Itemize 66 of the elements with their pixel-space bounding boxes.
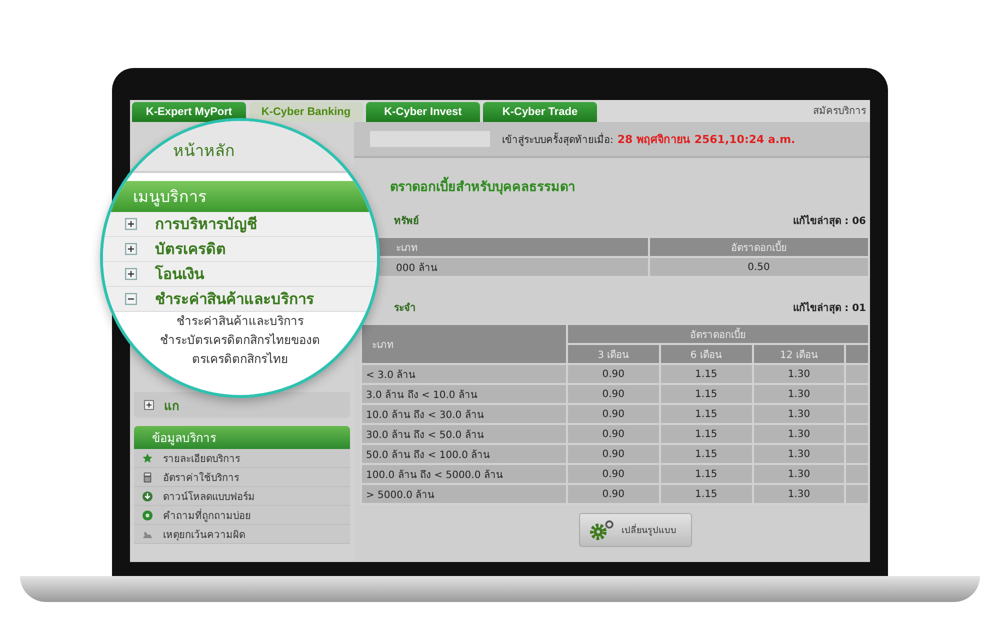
table-cell: 100.0 ล้าน ถึง < 5000.0 ล้าน xyxy=(361,464,567,484)
expand-icon[interactable] xyxy=(125,293,137,305)
expand-icon[interactable] xyxy=(144,400,154,410)
table-cell: 50.0 ล้าน ถึง < 100.0 ล้าน xyxy=(361,444,567,464)
table-cell: 1.30 xyxy=(752,484,846,504)
info-link[interactable]: เหตุยกเว้นความผิด xyxy=(163,526,245,542)
panel-header: ข้อมูลบริการ xyxy=(134,426,350,449)
column-header: 6 เดือน xyxy=(660,344,753,364)
tab[interactable]: K-Cyber Invest xyxy=(366,102,480,122)
table-cell: 1.15 xyxy=(660,404,753,424)
table-cell: < 3.0 ล้าน xyxy=(361,364,567,384)
table-cell: 0.90 xyxy=(567,384,660,404)
table-cell: 1.30 xyxy=(752,364,846,384)
star-icon xyxy=(142,452,153,464)
last-login-label: เข้าสู่ระบบครั้งสุดท้ายเมื่อ: xyxy=(502,132,614,146)
table-cell: 0.90 xyxy=(567,424,660,444)
table-cell: 1.30 xyxy=(752,404,846,424)
table-cell: 1.15 xyxy=(660,464,753,484)
expand-icon[interactable] xyxy=(125,218,137,230)
section-label: ระจำ xyxy=(394,302,416,315)
column-header: อัตราดอกเบี้ย xyxy=(648,237,869,257)
table-cell: 1.30 xyxy=(752,384,846,404)
change-format-button[interactable]: เปลี่ยนรูปแบบ xyxy=(578,513,692,547)
tab[interactable]: K-Expert MyPort xyxy=(132,102,246,122)
column-header: 3 เดือน xyxy=(567,344,660,364)
table-cell: 1.30 xyxy=(752,464,846,484)
submenu-item[interactable]: ชำระบัตรเครดิตกสิกรไทยของต xyxy=(160,331,320,350)
download-icon xyxy=(142,490,153,502)
menu-item[interactable]: โอนเงิน xyxy=(155,262,204,286)
table-cell: 1.15 xyxy=(660,484,753,504)
help-icon xyxy=(142,510,153,520)
calculator-icon xyxy=(142,472,153,482)
updated-label: แก้ไขล่าสุด : 01 xyxy=(793,300,866,315)
submenu-item[interactable]: ชำระค่าสินค้าและบริการ xyxy=(176,312,304,331)
table-cell: 0.90 xyxy=(567,464,660,484)
table-cell: 0.90 xyxy=(567,404,660,424)
table-cell: 1.30 xyxy=(752,424,846,444)
table-cell: 0.90 xyxy=(567,444,660,464)
register-link[interactable]: สมัครบริการ xyxy=(813,102,870,122)
table-cell: 10.0 ล้าน ถึง < 30.0 ล้าน xyxy=(361,404,567,424)
updated-label: แก้ไขล่าสุด : 06 xyxy=(793,214,866,228)
table-cell: 1.15 xyxy=(660,364,753,384)
submenu-item[interactable]: ตรเครดิตกสิกรไทย xyxy=(192,350,288,369)
column-header: ะเภท xyxy=(361,324,567,364)
table-cell: 3.0 ล้าน ถึง < 10.0 ล้าน xyxy=(361,384,567,404)
table-cell: 30.0 ล้าน ถึง < 50.0 ล้าน xyxy=(361,424,567,444)
last-login-time: 28 พฤศจิกายน 2561,10:24 a.m. xyxy=(617,132,796,148)
table-cell: 0.50 xyxy=(648,257,869,277)
info-link[interactable]: ดาวน์โหลดแบบฟอร์ม xyxy=(163,488,255,504)
info-link[interactable]: อัตราค่าใช้บริการ xyxy=(163,470,239,484)
table-cell: 1.30 xyxy=(752,444,846,464)
column-header: 12 เดือน xyxy=(752,344,846,364)
gears-icon xyxy=(588,519,616,541)
table-cell: 1.15 xyxy=(660,384,753,404)
expand-icon[interactable] xyxy=(125,268,137,280)
column-header: อัตราดอกเบี้ย xyxy=(567,324,869,344)
info-link[interactable]: คำถามที่ถูกถามบ่อย xyxy=(163,508,251,522)
tab[interactable]: K-Cyber Trade xyxy=(483,102,597,122)
table-cell: > 5000.0 ล้าน xyxy=(361,484,567,504)
table-cell: 1.15 xyxy=(660,424,753,444)
info-link[interactable]: รายละเอียดบริการ xyxy=(163,450,240,466)
section-label: ทรัพย์ xyxy=(394,214,419,228)
table-cell: 1.15 xyxy=(660,444,753,464)
table-cell: 0.90 xyxy=(567,364,660,384)
expand-icon[interactable] xyxy=(125,243,137,255)
table-cell: 0.90 xyxy=(567,484,660,504)
